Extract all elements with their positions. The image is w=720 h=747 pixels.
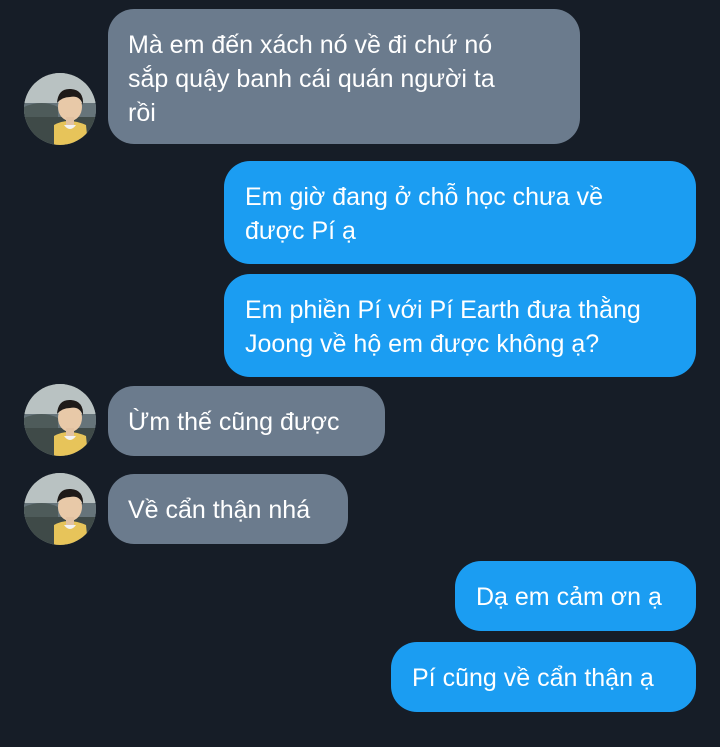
- avatar-photo-icon: [24, 473, 96, 545]
- message-bubble-outgoing[interactable]: Dạ em cảm ơn ạ: [455, 561, 696, 631]
- avatar[interactable]: [24, 73, 96, 145]
- message-bubble-outgoing[interactable]: Em phiền Pí với Pí Earth đưa thằng Joong…: [224, 274, 696, 377]
- avatar[interactable]: [24, 473, 96, 545]
- avatar-photo-icon: [24, 384, 96, 456]
- message-bubble-outgoing[interactable]: Em giờ đang ở chỗ học chưa về được Pí ạ: [224, 161, 696, 264]
- message-bubble-incoming[interactable]: Ừm thế cũng được: [108, 386, 385, 456]
- avatar[interactable]: [24, 384, 96, 456]
- avatar-photo-icon: [24, 73, 96, 145]
- message-bubble-incoming[interactable]: Mà em đến xách nó về đi chứ nó sắp quậy …: [108, 9, 580, 144]
- message-bubble-incoming[interactable]: Về cẩn thận nhá: [108, 474, 348, 544]
- message-bubble-outgoing[interactable]: Pí cũng về cẩn thận ạ: [391, 642, 696, 712]
